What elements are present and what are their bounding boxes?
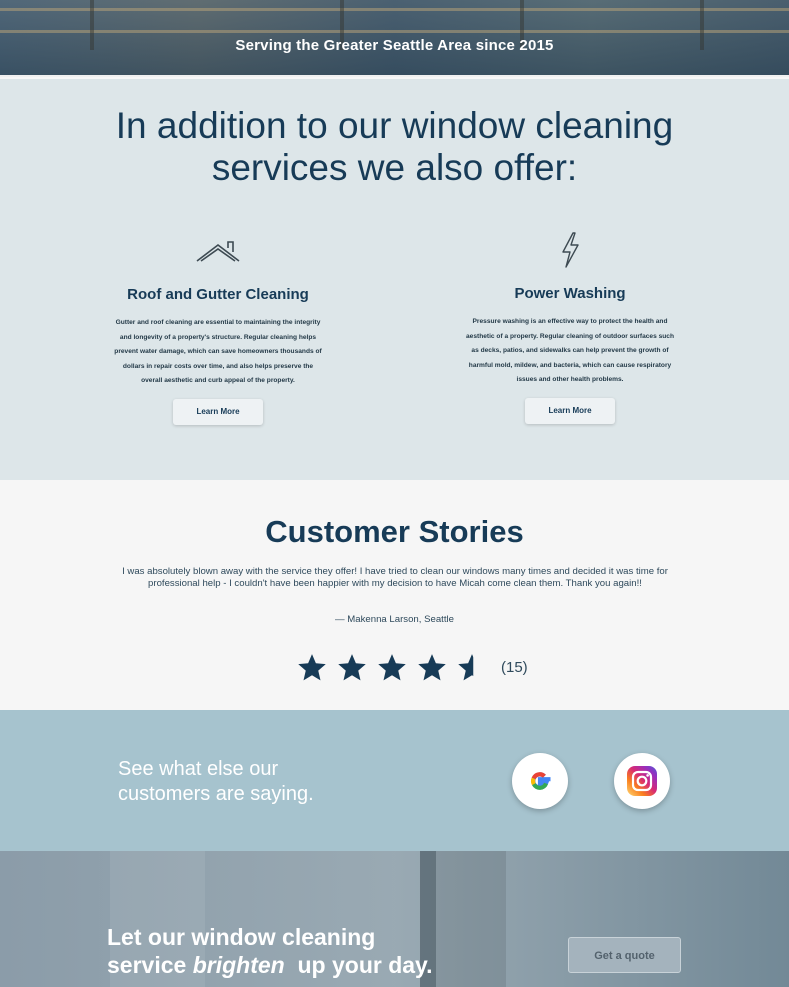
- cta-line2-suffix: up your day.: [284, 952, 433, 978]
- learn-more-button[interactable]: Learn More: [525, 397, 615, 424]
- half-star-icon: [458, 654, 474, 681]
- testimonials-heading: Customer Stories: [265, 514, 524, 549]
- service-card-power-washing: Power Washing Pressure washing is an eff…: [465, 231, 675, 424]
- cta-window-pane: [436, 851, 506, 987]
- learn-more-button[interactable]: Learn More: [173, 398, 263, 425]
- reviews-prompt: See what else our customers are saying.: [118, 758, 314, 805]
- cta-banner: Let our window cleaning service brighten…: [0, 851, 789, 987]
- google-review-button[interactable]: [512, 753, 568, 809]
- star-icon: [338, 654, 366, 681]
- service-title: Roof and Gutter Cleaning: [127, 286, 309, 303]
- lightning-bolt-icon: [562, 232, 579, 268]
- service-title: Power Washing: [514, 285, 626, 302]
- services-section: In addition to our window cleaning servi…: [0, 79, 789, 480]
- testimonial-author: — Makenna Larson, Seattle: [335, 614, 454, 625]
- service-description: Gutter and roof cleaning are essential t…: [114, 319, 322, 384]
- services-heading: In addition to our window cleaning servi…: [0, 105, 789, 189]
- rating-count: (15): [501, 659, 528, 676]
- hero-railing: [0, 30, 789, 33]
- google-icon: [530, 772, 551, 790]
- services-heading-line1: In addition to our window cleaning: [115, 105, 674, 146]
- star-icon: [298, 654, 326, 681]
- reviews-section: See what else our customers are saying.: [0, 710, 789, 851]
- instagram-button[interactable]: [614, 753, 670, 809]
- star-icon: [378, 654, 406, 681]
- cta-line2-prefix: service: [107, 952, 193, 978]
- hero-railing: [0, 8, 789, 11]
- star-icon: [418, 654, 446, 681]
- get-quote-button[interactable]: Get a quote: [568, 937, 681, 973]
- hero-banner: Serving the Greater Seattle Area since 2…: [0, 0, 789, 77]
- star-rating: (15): [297, 653, 528, 682]
- hero-tagline: Serving the Greater Seattle Area since 2…: [235, 37, 554, 54]
- service-description: Pressure washing is an effective way to …: [466, 318, 674, 383]
- roof-icon: [196, 241, 240, 262]
- testimonials-section: Customer Stories I was absolutely blown …: [0, 480, 789, 710]
- instagram-icon: [627, 766, 657, 796]
- testimonial-quote: I was absolutely blown away with the ser…: [122, 566, 668, 589]
- cta-line1: Let our window cleaning: [107, 924, 376, 950]
- services-heading-line2: services we also offer:: [211, 147, 578, 188]
- service-card-roof: Roof and Gutter Cleaning Gutter and roof…: [113, 237, 323, 425]
- cta-emphasis: brighten: [192, 952, 285, 978]
- cta-headline: Let our window cleaning service brighten…: [107, 923, 433, 979]
